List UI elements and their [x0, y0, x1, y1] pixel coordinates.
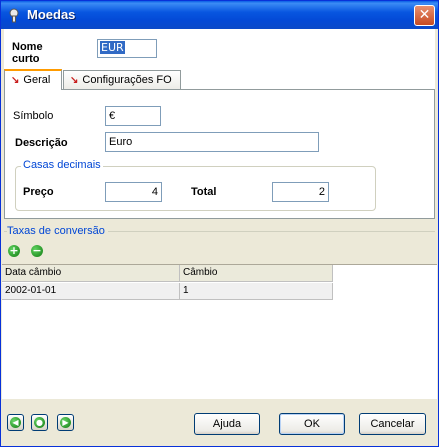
taxas-grid[interactable]: Data câmbio Câmbio 2002-01-01 1 — [2, 264, 437, 399]
circle-icon: ● — [34, 417, 45, 428]
geral-panel: Símbolo € Descrição Euro Casas decimais … — [4, 89, 435, 219]
descricao-input[interactable]: Euro — [105, 132, 319, 152]
casas-decimais-group: Casas decimais Preço 4 Total 2 — [15, 159, 376, 211]
remove-icon[interactable]: − — [31, 245, 43, 257]
ajuda-button[interactable]: Ajuda — [194, 413, 260, 435]
simbolo-label: Símbolo — [13, 110, 54, 122]
casas-decimais-title: Casas decimais — [21, 159, 103, 171]
taxas-title: Taxas de conversão — [7, 225, 108, 237]
nav-next-button[interactable]: ▶ — [57, 414, 74, 431]
tab-geral[interactable]: ↘ Geral — [4, 69, 62, 90]
ok-button[interactable]: OK — [279, 413, 345, 435]
app-icon — [9, 8, 19, 23]
total-input[interactable]: 2 — [272, 182, 329, 202]
table-row[interactable]: 2002-01-01 1 — [2, 283, 333, 300]
preco-input[interactable]: 4 — [105, 182, 162, 202]
simbolo-input[interactable]: € — [105, 106, 161, 126]
preco-label: Preço — [23, 186, 54, 198]
arrow-icon: ↘ — [70, 75, 79, 86]
column-header-data-cambio[interactable]: Data câmbio — [2, 265, 180, 282]
total-label: Total — [191, 186, 217, 198]
window-title: Moedas — [27, 7, 76, 22]
arrow-icon: ↘ — [11, 75, 20, 86]
grid-header: Data câmbio Câmbio — [2, 265, 333, 282]
tab-config-label: Configurações FO — [82, 74, 172, 86]
nome-curto-label: Nome curto — [12, 41, 43, 65]
cell-data-cambio[interactable]: 2002-01-01 — [2, 283, 180, 300]
column-header-cambio[interactable]: Câmbio — [180, 265, 333, 282]
descricao-label: Descrição — [15, 137, 68, 149]
nome-curto-value: EUR — [100, 41, 125, 54]
dialog-window: Moedas ✕ Nome curto EUR ↘ Geral ↘ Configur… — [0, 0, 439, 447]
nome-curto-input[interactable]: EUR — [97, 39, 157, 58]
title-bar[interactable]: Moedas ✕ — [1, 1, 438, 29]
add-icon[interactable]: + — [8, 245, 20, 257]
tab-configuracoes-fo[interactable]: ↘ Configurações FO — [63, 70, 181, 90]
nav-current-button[interactable]: ● — [31, 414, 48, 431]
cancelar-button[interactable]: Cancelar — [359, 413, 426, 435]
nav-previous-button[interactable]: ◀ — [7, 414, 24, 431]
cell-cambio[interactable]: 1 — [180, 283, 333, 300]
close-icon: ✕ — [418, 7, 431, 23]
forward-icon: ▶ — [60, 417, 71, 428]
tab-geral-label: Geral — [23, 74, 51, 86]
rewind-icon: ◀ — [10, 417, 21, 428]
close-button[interactable]: ✕ — [414, 5, 435, 26]
